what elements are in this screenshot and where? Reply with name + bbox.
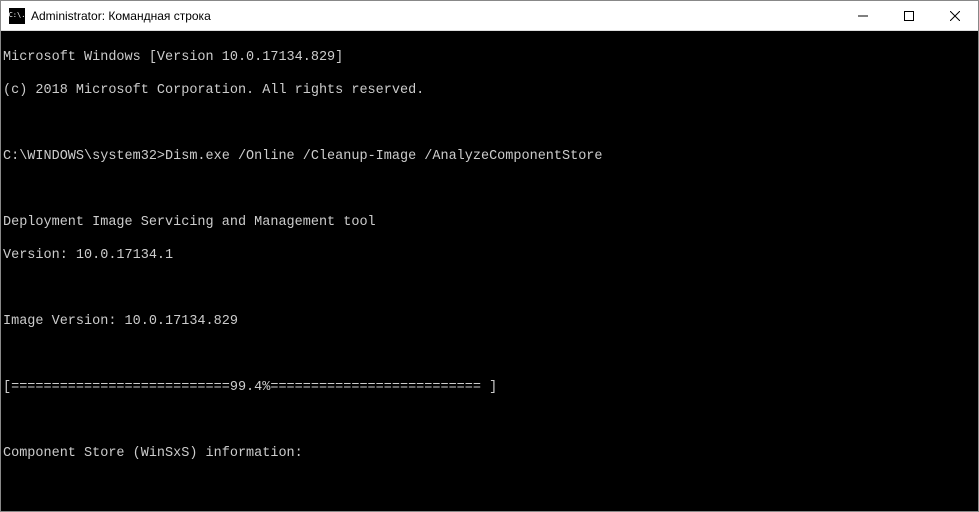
image-version-line: Image Version: 10.0.17134.829 [3, 314, 976, 331]
blank-line [3, 479, 976, 496]
window-title: Administrator: Командная строка [31, 9, 840, 23]
blank-line [3, 281, 976, 298]
maximize-button[interactable] [886, 1, 932, 30]
dism-version-line: Version: 10.0.17134.1 [3, 248, 976, 265]
cmd-icon-glyph: C:\. [9, 12, 26, 19]
cmd-icon: C:\. [9, 8, 25, 24]
titlebar[interactable]: C:\. Administrator: Командная строка [1, 1, 978, 31]
prompt-path: C:\WINDOWS\system32> [3, 149, 165, 164]
progress-bar-line: [===========================99.4%=======… [3, 380, 976, 397]
close-button[interactable] [932, 1, 978, 30]
maximize-icon [904, 11, 914, 21]
copyright-line: (c) 2018 Microsoft Corporation. All righ… [3, 83, 976, 100]
minimize-button[interactable] [840, 1, 886, 30]
blank-line [3, 116, 976, 133]
command-prompt-window: C:\. Administrator: Командная строка Mic… [0, 0, 979, 512]
command-text: Dism.exe /Online /Cleanup-Image /Analyze… [165, 149, 602, 164]
window-controls [840, 1, 978, 30]
minimize-icon [858, 11, 868, 21]
close-icon [950, 11, 960, 21]
dism-tool-line: Deployment Image Servicing and Managemen… [3, 215, 976, 232]
version-line: Microsoft Windows [Version 10.0.17134.82… [3, 50, 976, 67]
cs-info-header: Component Store (WinSxS) information: [3, 446, 976, 463]
blank-line [3, 182, 976, 199]
prompt-command-line: C:\WINDOWS\system32>Dism.exe /Online /Cl… [3, 149, 976, 166]
blank-line [3, 347, 976, 364]
terminal-output[interactable]: Microsoft Windows [Version 10.0.17134.82… [1, 31, 978, 511]
blank-line [3, 413, 976, 430]
